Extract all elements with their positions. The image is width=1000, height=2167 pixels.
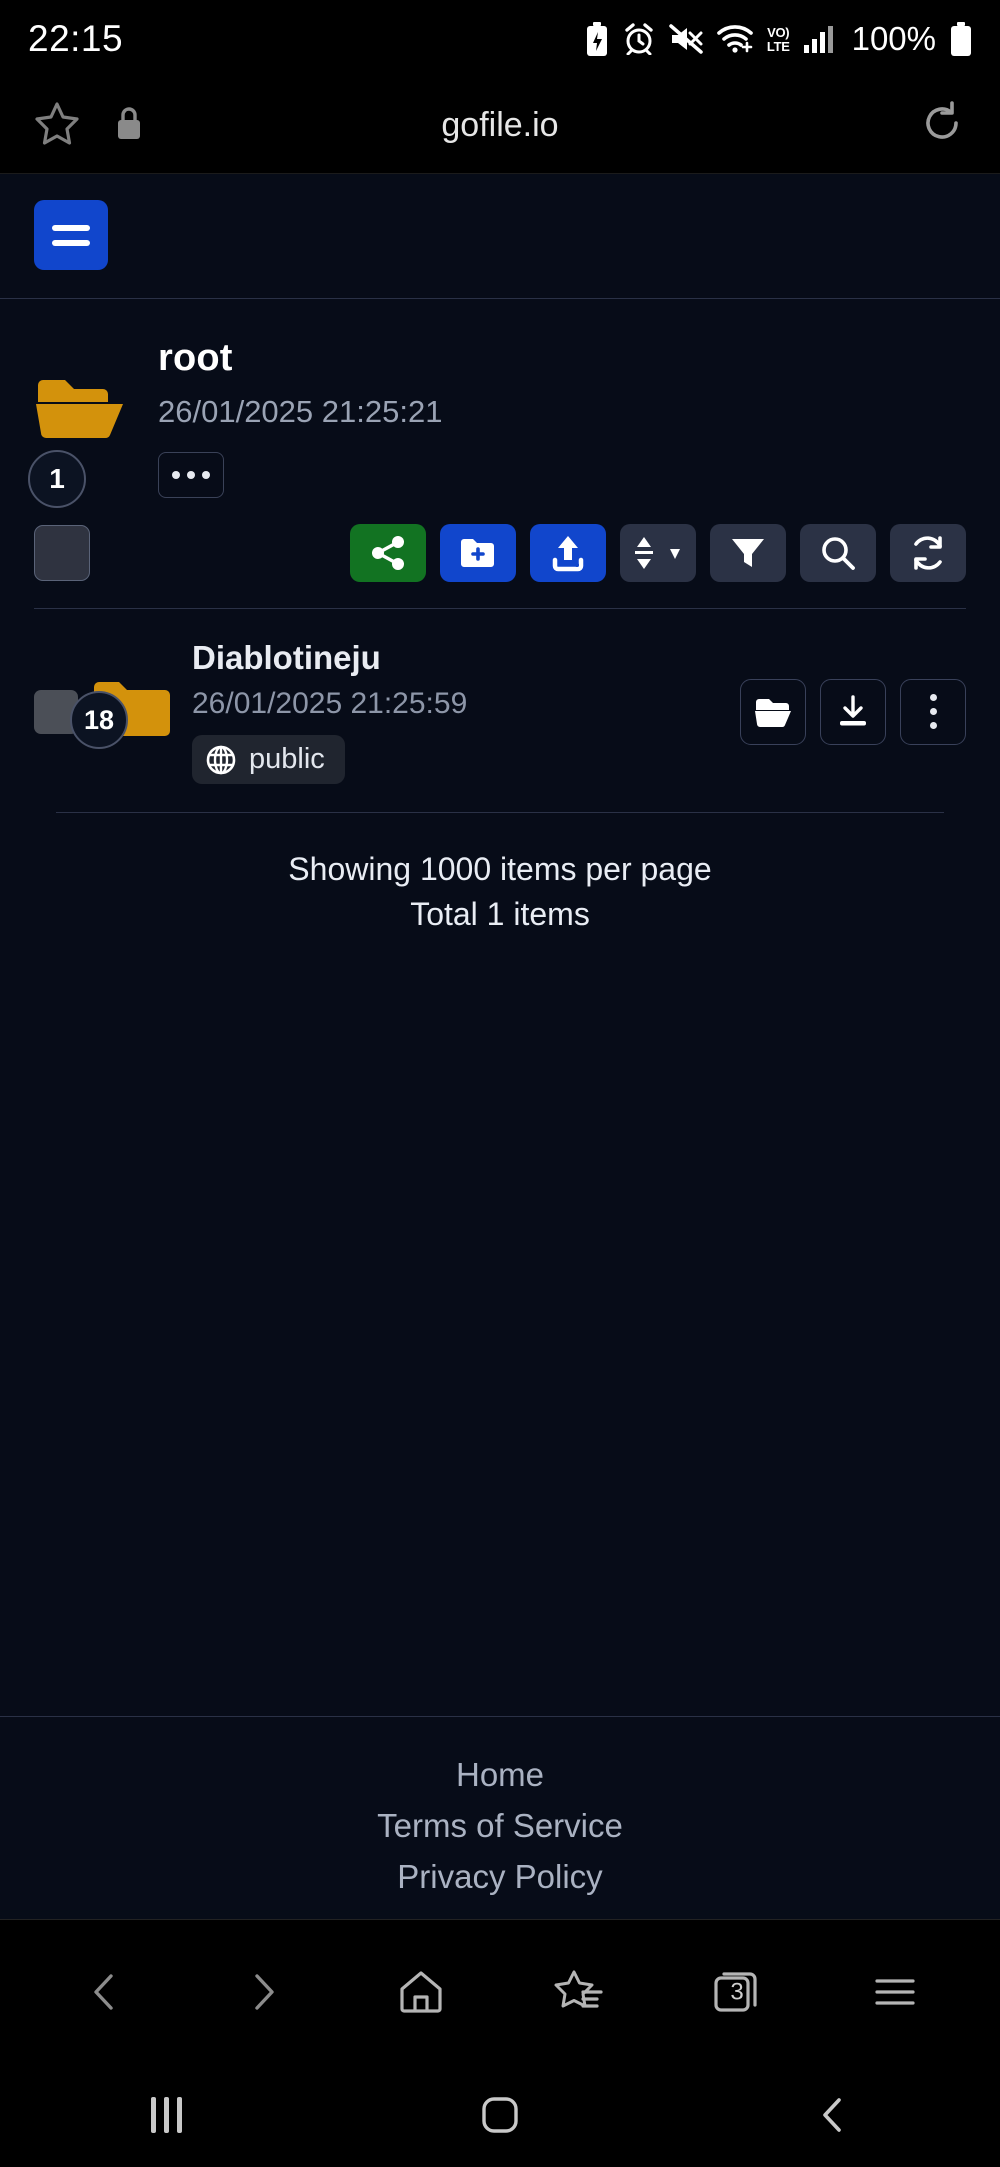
new-folder-button[interactable]	[440, 524, 516, 582]
sort-button[interactable]	[620, 524, 696, 582]
browser-url-bar[interactable]: gofile.io	[0, 78, 1000, 174]
root-date: 26/01/2025 21:25:21	[158, 394, 443, 429]
dot	[929, 694, 937, 701]
browser-menu-button[interactable]	[845, 1942, 945, 2042]
row-more-button[interactable]	[900, 678, 966, 745]
row-name: Diablotineju	[192, 639, 381, 676]
menu-button[interactable]	[34, 200, 108, 270]
dot	[929, 722, 937, 729]
row-date: 26/01/2025 21:25:59	[192, 687, 468, 720]
open-folder-icon	[755, 698, 791, 727]
home-icon	[400, 1970, 442, 2013]
kebab-icon	[929, 694, 937, 729]
row-item-count-badge: 18	[70, 691, 128, 749]
battery-saver-icon	[585, 22, 609, 56]
volte-icon: VO) LTE	[766, 24, 790, 54]
total-label: Total 1 items	[410, 896, 590, 933]
chevron-right-icon	[255, 1973, 274, 2010]
footer-link-terms[interactable]: Terms of Service	[0, 1807, 1000, 1845]
open-folder-icon	[34, 380, 126, 445]
row-folder-icon-wrap: 18	[70, 677, 188, 749]
android-system-nav	[0, 2063, 1000, 2167]
recents-button[interactable]	[107, 2063, 227, 2167]
url-text[interactable]: gofile.io	[0, 106, 1000, 145]
refresh-icon	[914, 536, 942, 570]
refresh-button[interactable]	[890, 524, 966, 582]
menu-line	[52, 224, 90, 231]
star-list-icon	[554, 1970, 603, 2008]
line	[151, 2097, 157, 2133]
upload-icon	[552, 536, 584, 572]
footer-link-home[interactable]: Home	[0, 1756, 1000, 1794]
phone-screen: 22:15 VO) LTE 100% gofile.io 1 root 26/0…	[0, 0, 1000, 2167]
footer-link-privacy[interactable]: Privacy Policy	[0, 1858, 1000, 1896]
browser-bottom-nav: 3	[0, 1919, 1000, 2063]
folder-plus-icon	[461, 539, 494, 567]
hamburger-icon	[875, 1978, 915, 2005]
recents-icon	[151, 2097, 183, 2133]
download-icon	[840, 694, 866, 725]
dot	[172, 471, 180, 479]
chevron-left-icon	[823, 2098, 842, 2132]
wifi-icon	[717, 25, 753, 53]
gofile-page: 1 root 26/01/2025 21:25:21 18 Diablotine…	[0, 174, 1000, 1919]
status-time: 22:15	[28, 18, 124, 59]
browser-forward-button[interactable]	[213, 1942, 313, 2042]
upload-button[interactable]	[530, 524, 606, 582]
tab-count-label: 3	[730, 1978, 744, 2006]
root-item-count-badge: 1	[28, 450, 86, 508]
filter-button[interactable]	[710, 524, 786, 582]
pagination-info: Showing 1000 items per page Total 1 item…	[0, 847, 1000, 938]
reload-icon[interactable]	[918, 101, 966, 151]
chevron-left-icon	[94, 1973, 113, 2010]
select-all-checkbox[interactable]	[34, 525, 90, 581]
star-icon[interactable]	[34, 100, 80, 151]
root-title: root	[158, 337, 233, 379]
lock-icon[interactable]	[114, 104, 144, 147]
showing-label: Showing 1000 items per page	[288, 851, 712, 887]
page-footer: Home Terms of Service Privacy Policy	[0, 1716, 1000, 1919]
line	[164, 2097, 170, 2133]
root-header: 1 root 26/01/2025 21:25:21	[0, 299, 1000, 508]
dot	[202, 471, 210, 479]
signal-bars-icon	[803, 25, 834, 53]
download-button[interactable]	[820, 678, 886, 745]
dot	[929, 708, 937, 715]
root-more-button[interactable]	[158, 452, 224, 498]
browser-home-button[interactable]	[371, 1942, 471, 2042]
filter-icon	[732, 539, 764, 567]
battery-icon	[950, 22, 972, 56]
mute-icon	[669, 24, 703, 54]
share-icon	[372, 536, 404, 570]
status-badge: public	[192, 735, 345, 784]
table-row[interactable]: 18 Diablotineju 26/01/2025 21:25:59 publ…	[0, 609, 1000, 784]
search-icon	[822, 537, 855, 570]
browser-back-button[interactable]	[55, 1942, 155, 2042]
folder-toolbar	[0, 498, 1000, 582]
status-icons: VO) LTE 100%	[585, 20, 972, 58]
dot	[187, 471, 195, 479]
open-folder-button[interactable]	[740, 678, 806, 745]
alarm-icon	[623, 23, 655, 55]
home-button[interactable]	[440, 2063, 560, 2167]
globe-icon	[206, 745, 236, 774]
browser-bookmarks-button[interactable]	[529, 1942, 629, 2042]
share-button[interactable]	[350, 524, 426, 582]
page-navbar	[0, 174, 1000, 299]
row-divider	[56, 812, 944, 813]
visibility-label: public	[249, 743, 325, 775]
root-folder-icon-wrap: 1	[28, 337, 142, 508]
line	[177, 2097, 183, 2133]
menu-line	[52, 239, 90, 246]
battery-percent-label: 100%	[851, 20, 936, 57]
home-square-icon	[482, 2097, 518, 2133]
sort-icon	[635, 537, 680, 569]
browser-tabs-button[interactable]: 3	[687, 1942, 787, 2042]
search-button[interactable]	[800, 524, 876, 582]
back-button[interactable]	[773, 2063, 893, 2167]
android-status-bar: 22:15 VO) LTE 100%	[0, 0, 1000, 78]
